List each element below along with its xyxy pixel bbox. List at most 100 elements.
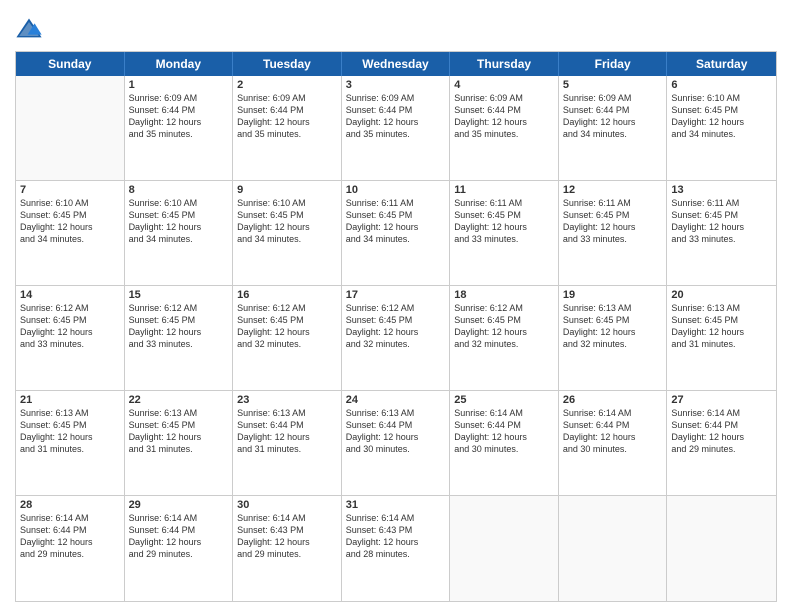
day-number: 13 xyxy=(671,184,772,196)
daylight-text2: and 31 minutes. xyxy=(129,444,193,454)
sunrise-text: Sunrise: 6:13 AM xyxy=(671,303,740,313)
daylight-text2: and 33 minutes. xyxy=(129,339,193,349)
day-number: 30 xyxy=(237,499,337,511)
cell-info: Sunrise: 6:13 AMSunset: 6:45 PMDaylight:… xyxy=(20,407,120,456)
sunrise-text: Sunrise: 6:09 AM xyxy=(454,93,523,103)
daylight-text: Daylight: 12 hours xyxy=(129,327,202,337)
empty-cell xyxy=(16,76,125,180)
cell-info: Sunrise: 6:09 AMSunset: 6:44 PMDaylight:… xyxy=(237,92,337,141)
sunset-text: Sunset: 6:45 PM xyxy=(454,210,521,220)
daylight-text: Daylight: 12 hours xyxy=(346,117,419,127)
sunset-text: Sunset: 6:45 PM xyxy=(671,210,738,220)
day-number: 24 xyxy=(346,394,446,406)
day-number: 3 xyxy=(346,79,446,91)
day-number: 7 xyxy=(20,184,120,196)
daylight-text2: and 35 minutes. xyxy=(129,129,193,139)
sunset-text: Sunset: 6:44 PM xyxy=(563,420,630,430)
sunrise-text: Sunrise: 6:12 AM xyxy=(129,303,198,313)
sunset-text: Sunset: 6:44 PM xyxy=(346,420,413,430)
daylight-text: Daylight: 12 hours xyxy=(671,222,744,232)
daylight-text2: and 29 minutes. xyxy=(20,549,84,559)
sunrise-text: Sunrise: 6:09 AM xyxy=(563,93,632,103)
week-row-1: 7 Sunrise: 6:10 AM Sunset: 6:45 PM Daylight… xyxy=(16,181,776,286)
day-cell-5: 5Sunrise: 6:09 AMSunset: 6:44 PMDaylight… xyxy=(559,76,668,180)
daylight-text2: and 32 minutes. xyxy=(563,339,627,349)
day-number: 29 xyxy=(129,499,229,511)
daylight-text: Daylight: 12 hours xyxy=(671,117,744,127)
daylight-text: Daylight: 12 hours xyxy=(563,222,636,232)
cell-info: Sunrise: 6:13 AMSunset: 6:44 PMDaylight:… xyxy=(237,407,337,456)
daylight-text2: and 32 minutes. xyxy=(346,339,410,349)
day-cell-18: 18Sunrise: 6:12 AMSunset: 6:45 PMDayligh… xyxy=(450,286,559,390)
day-cell-17: 17Sunrise: 6:12 AMSunset: 6:45 PMDayligh… xyxy=(342,286,451,390)
week-row-3: 21Sunrise: 6:13 AMSunset: 6:45 PMDayligh… xyxy=(16,391,776,496)
day-cell-25: 25Sunrise: 6:14 AMSunset: 6:44 PMDayligh… xyxy=(450,391,559,495)
sunrise-text: Sunrise: 6:14 AM xyxy=(129,513,198,523)
day-number: 10 xyxy=(346,184,446,196)
cell-info: Sunrise: 6:10 AM Sunset: 6:45 PM Daylight:… xyxy=(129,197,229,246)
daylight-text: Daylight: 12 hours xyxy=(454,117,527,127)
week-row-2: 14Sunrise: 6:12 AMSunset: 6:45 PMDayligh… xyxy=(16,286,776,391)
sunset-text: Sunset: 6:45 PM xyxy=(346,210,413,220)
cell-info: Sunrise: 6:12 AMSunset: 6:45 PMDaylight:… xyxy=(454,302,554,351)
daylight-text: Daylight: 12 hours xyxy=(346,537,419,547)
daylight-text: Daylight: 12 hours xyxy=(563,432,636,442)
sunset-text: Sunset: 6:45 PM xyxy=(129,210,196,220)
sunrise-text: Sunrise: 6:13 AM xyxy=(129,408,198,418)
sunset-text: Sunset: 6:44 PM xyxy=(454,420,521,430)
day-number: 18 xyxy=(454,289,554,301)
cell-info: Sunrise: 6:11 AMSunset: 6:45 PMDaylight:… xyxy=(454,197,554,246)
day-number: 27 xyxy=(671,394,772,406)
sunrise-text: Sunrise: 6:10 AM xyxy=(671,93,740,103)
sunset-text: Sunset: 6:45 PM xyxy=(237,315,304,325)
daylight-text: Daylight: 12 hours xyxy=(129,432,202,442)
day-cell-20: 20Sunrise: 6:13 AMSunset: 6:45 PMDayligh… xyxy=(667,286,776,390)
day-number: 14 xyxy=(20,289,120,301)
sunrise-text: Sunrise: 6:14 AM xyxy=(563,408,632,418)
sunrise-text: Sunrise: 6:12 AM xyxy=(237,303,306,313)
day-number: 20 xyxy=(671,289,772,301)
daylight-text: Daylight: 12 hours xyxy=(129,117,202,127)
cell-info: Sunrise: 6:12 AMSunset: 6:45 PMDaylight:… xyxy=(237,302,337,351)
sunset-text: Sunset: 6:45 PM xyxy=(20,420,87,430)
sunset-text: Sunset: 6:44 PM xyxy=(454,105,521,115)
sunrise-text: Sunrise: 6:12 AM xyxy=(454,303,523,313)
sunrise-text: Sunrise: 6:14 AM xyxy=(671,408,740,418)
day-cell-6: 6Sunrise: 6:10 AMSunset: 6:45 PMDaylight… xyxy=(667,76,776,180)
daylight-text: Daylight: 12 hours xyxy=(129,537,202,547)
daylight-text2: and 35 minutes. xyxy=(346,129,410,139)
day-cell-13: 13Sunrise: 6:11 AMSunset: 6:45 PMDayligh… xyxy=(667,181,776,285)
daylight-text: Daylight: 12 hours xyxy=(129,222,202,232)
sunrise-text: Sunrise: 6:13 AM xyxy=(346,408,415,418)
sunset-text: Sunset: 6:43 PM xyxy=(237,525,304,535)
daylight-text2: and 34 minutes. xyxy=(671,129,735,139)
empty-cell xyxy=(667,496,776,601)
daylight-text2: and 30 minutes. xyxy=(563,444,627,454)
cell-info: Sunrise: 6:12 AMSunset: 6:45 PMDaylight:… xyxy=(129,302,229,351)
cell-info: Sunrise: 6:13 AM Sunset: 6:44 PM Daylight:… xyxy=(346,407,446,456)
daylight-text2: and 28 minutes. xyxy=(346,549,410,559)
daylight-text: Daylight: 12 hours xyxy=(454,222,527,232)
logo xyxy=(15,15,47,43)
sunrise-text: Sunrise: 6:09 AM xyxy=(129,93,198,103)
header-day-friday: Friday xyxy=(559,52,668,76)
day-cell-14: 14Sunrise: 6:12 AMSunset: 6:45 PMDayligh… xyxy=(16,286,125,390)
day-cell-28: 28Sunrise: 6:14 AMSunset: 6:44 PMDayligh… xyxy=(16,496,125,601)
daylight-text2: and 30 minutes. xyxy=(454,444,518,454)
cell-info: Sunrise: 6:11 AMSunset: 6:45 PMDaylight:… xyxy=(671,197,772,246)
daylight-text: Daylight: 12 hours xyxy=(563,327,636,337)
day-cell-11: 11Sunrise: 6:11 AMSunset: 6:45 PMDayligh… xyxy=(450,181,559,285)
sunrise-text: Sunrise: 6:13 AM xyxy=(563,303,632,313)
sunrise-text: Sunrise: 6:10 AM xyxy=(129,198,198,208)
sunset-text: Sunset: 6:45 PM xyxy=(563,315,630,325)
day-cell-19: 19Sunrise: 6:13 AMSunset: 6:45 PMDayligh… xyxy=(559,286,668,390)
sunset-text: Sunset: 6:45 PM xyxy=(671,105,738,115)
cell-info: Sunrise: 6:12 AMSunset: 6:45 PMDaylight:… xyxy=(20,302,120,351)
sunset-text: Sunset: 6:45 PM xyxy=(20,315,87,325)
sunset-text: Sunset: 6:44 PM xyxy=(563,105,630,115)
daylight-text: Daylight: 12 hours xyxy=(20,537,93,547)
cell-info: Sunrise: 6:14 AMSunset: 6:44 PMDaylight:… xyxy=(20,512,120,561)
cell-info: Sunrise: 6:10 AMSunset: 6:45 PMDaylight:… xyxy=(20,197,120,246)
calendar-header: SundayMondayTuesdayWednesdayThursdayFrid… xyxy=(16,52,776,76)
daylight-text: Daylight: 12 hours xyxy=(346,432,419,442)
